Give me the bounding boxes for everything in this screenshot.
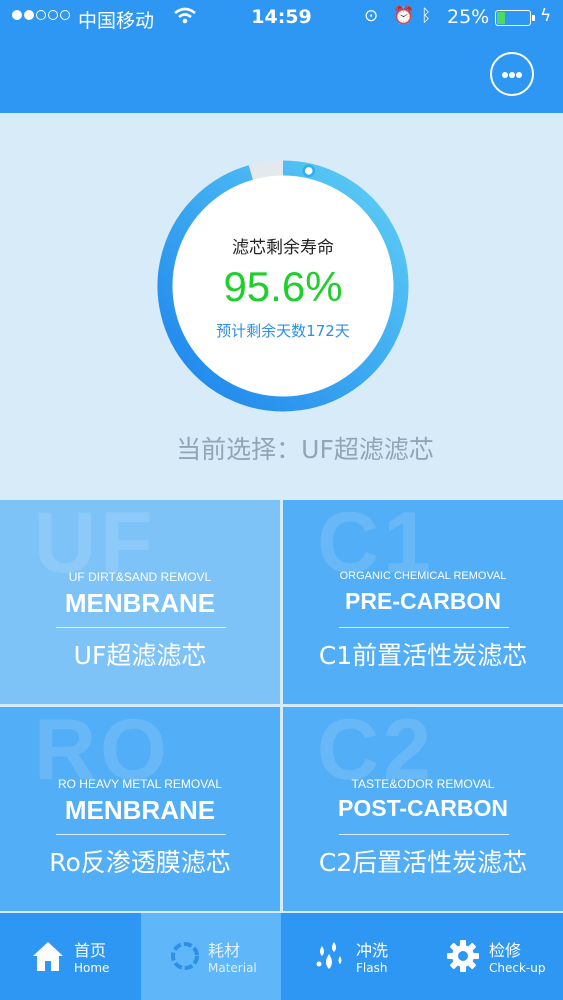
tile-name: UF超滤滤芯 [73, 641, 207, 670]
more-dots-icon [516, 72, 522, 78]
title-bar: 中国移动 14:59 ⊙ ⏰ ᛒ 25% ϟ [0, 0, 563, 113]
tile-title: PRE-CARBON [345, 588, 501, 614]
tile-title: POST-CARBON [338, 795, 508, 821]
nav-tab-material[interactable]: 耗材 Material [141, 913, 281, 1000]
charging-icon: ϟ [540, 6, 552, 26]
battery-level [497, 12, 505, 24]
more-dots-icon [509, 72, 515, 78]
gauge-title: 滤芯剩余寿命 [232, 238, 334, 258]
tile-subtitle: UF DIRT&SAND REMOVL [68, 570, 212, 584]
alarm-icon: ⏰ [393, 6, 415, 26]
nav-label: 检修 [489, 941, 522, 960]
battery-percent: 25% [447, 6, 490, 28]
battery-tip [532, 15, 535, 21]
nav-label: 耗材 [208, 941, 241, 960]
tile-subtitle: ORGANIC CHEMICAL REMOVAL [339, 570, 507, 582]
filter-tile-ro[interactable]: RO RO HEAVY METAL REMOVAL MENBRANE Ro反渗透… [0, 707, 280, 911]
battery-icon [495, 10, 531, 26]
nav-label: 冲洗 [356, 941, 389, 960]
tile-title: MENBRANE [64, 588, 216, 618]
current-selection-label: 当前选择：UF超滤滤芯 [176, 435, 434, 464]
tile-name: Ro反渗透膜滤芯 [49, 848, 231, 877]
nav-tab-flash[interactable]: 冲洗 Flash [282, 913, 422, 1000]
ring-icon [171, 942, 199, 970]
nav-sublabel: Home [74, 961, 110, 975]
tile-divider [56, 627, 226, 628]
gauge-percent: 95.6% [223, 263, 343, 310]
more-dots-icon [502, 72, 508, 78]
nav-sublabel: Material [208, 961, 257, 975]
home-icon [33, 942, 63, 971]
tile-subtitle: TASTE&ODOR REMOVAL [351, 777, 495, 791]
nav-sublabel: Check-up [489, 961, 546, 975]
tile-divider [339, 627, 509, 628]
more-options-button[interactable] [490, 52, 534, 96]
tile-subtitle: RO HEAVY METAL REMOVAL [57, 777, 223, 791]
tile-name: C1前置活性炭滤芯 [318, 641, 528, 670]
rotation-lock-icon: ⊙ [364, 6, 379, 26]
bottom-nav: 首页 Home 耗材 Material 冲洗 Flash 检修 Check-up [0, 913, 563, 1000]
filter-tile-c2[interactable]: C2 TASTE&ODOR REMOVAL POST-CARBON C2后置活性… [283, 707, 563, 911]
tile-divider [339, 834, 509, 835]
remaining-days: 预计剩余天数172天 [216, 322, 350, 340]
gear-icon [447, 940, 479, 972]
tile-title: MENBRANE [64, 795, 216, 825]
water-splash-icon [316, 942, 342, 969]
tile-divider [56, 834, 226, 835]
tile-name: C2后置活性炭滤芯 [318, 848, 528, 877]
nav-label: 首页 [74, 941, 107, 960]
nav-tab-checkup[interactable]: 检修 Check-up [423, 913, 563, 1000]
nav-tab-home[interactable]: 首页 Home [0, 913, 140, 1000]
filter-tile-uf[interactable]: UF UF DIRT&SAND REMOVL MENBRANE UF超滤滤芯 [0, 500, 280, 704]
status-bar: 中国移动 14:59 ⊙ ⏰ ᛒ 25% ϟ [0, 0, 563, 36]
gauge-knob [302, 164, 316, 178]
nav-sublabel: Flash [356, 961, 388, 975]
filter-tile-c1[interactable]: C1 ORGANIC CHEMICAL REMOVAL PRE-CARBON C… [283, 500, 563, 704]
bluetooth-icon: ᛒ [421, 6, 432, 26]
